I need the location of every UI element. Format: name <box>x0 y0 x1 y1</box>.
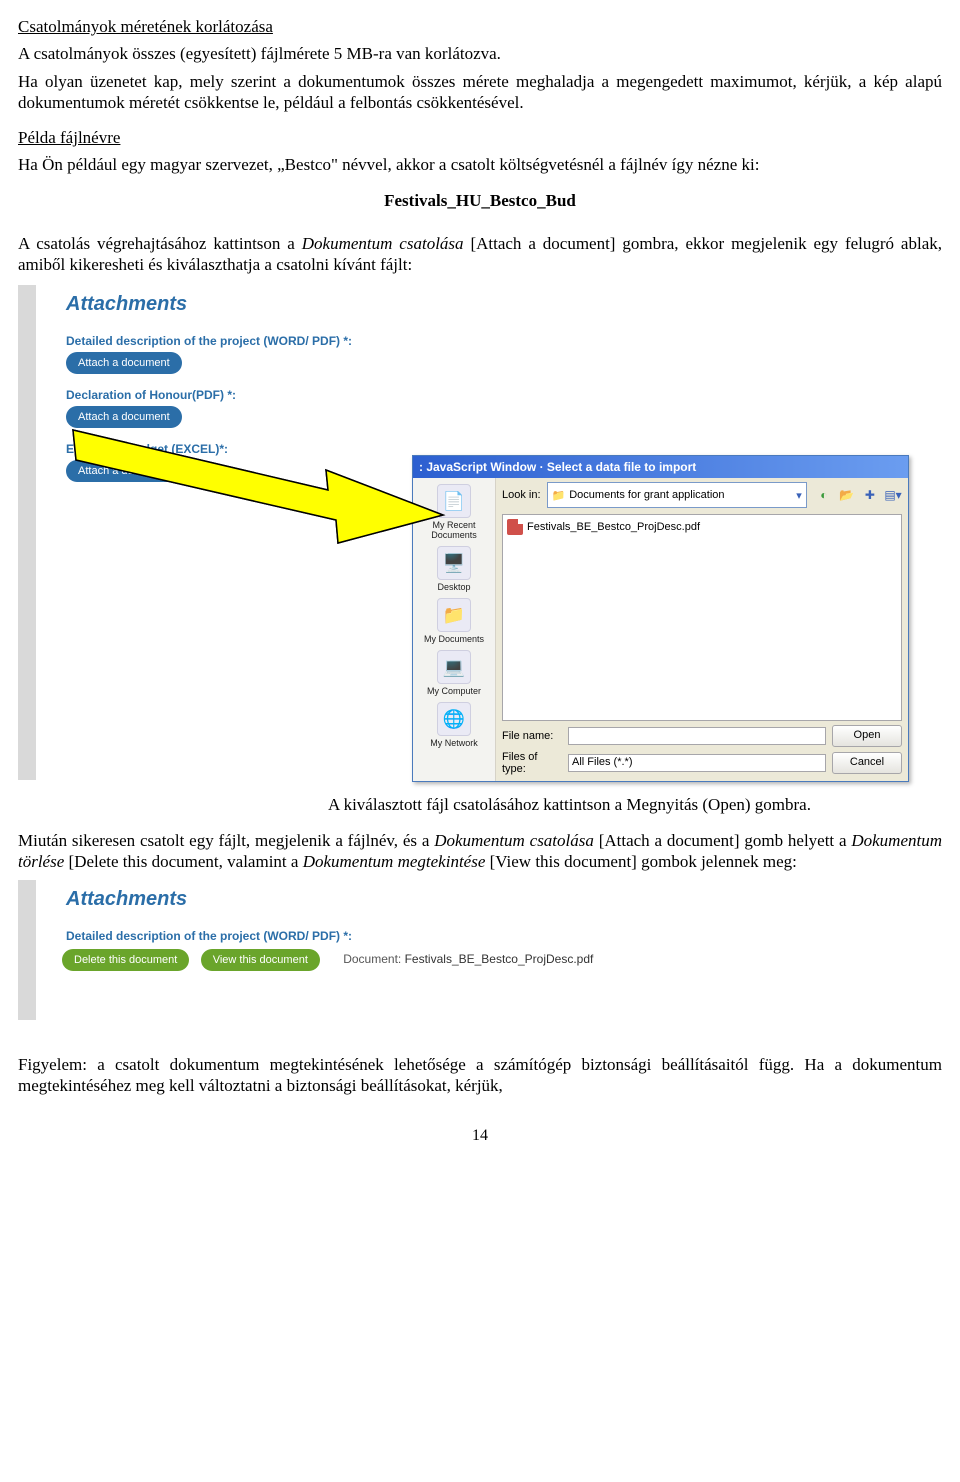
attachments-panel-2: Attachments Detailed description of the … <box>62 880 892 1020</box>
place-mycomputer[interactable]: 💻 My Computer <box>427 650 481 696</box>
heading-size-limit: Csatolmányok méretének korlátozása <box>18 16 942 37</box>
desktop-icon: 🖥️ <box>437 546 471 580</box>
label-declaration: Declaration of Honour(PDF) *: <box>66 388 892 402</box>
pdf-icon <box>507 519 523 535</box>
annotation-arrow <box>68 415 448 548</box>
attach-button-1[interactable]: Attach a document <box>66 352 182 374</box>
delete-document-button[interactable]: Delete this document <box>62 949 189 971</box>
file-item[interactable]: Festivals_BE_Bestco_ProjDesc.pdf <box>507 519 700 535</box>
label-detailed-desc-2: Detailed description of the project (WOR… <box>66 929 892 943</box>
mydocs-icon: 📁 <box>437 598 471 632</box>
file-dialog: : JavaScript Window · Select a data file… <box>412 455 909 782</box>
screenshot-after-attach: Attachments Detailed description of the … <box>18 880 942 1020</box>
heading-example-filename: Példa fájlnévre <box>18 127 942 148</box>
lookin-dropdown[interactable]: 📁 Documents for grant application ▾ <box>547 482 807 508</box>
cancel-button[interactable]: Cancel <box>832 752 902 774</box>
scroll-strip <box>18 285 36 780</box>
attachments-title: Attachments <box>62 285 892 320</box>
file-list[interactable]: Festivals_BE_Bestco_ProjDesc.pdf <box>502 514 902 721</box>
caption-click-open: A kiválasztott fájl csatolásához kattint… <box>328 794 918 815</box>
attachments-panel: Attachments Detailed description of the … <box>62 285 892 780</box>
file-dialog-title: : JavaScript Window · Select a data file… <box>413 456 908 478</box>
new-folder-icon[interactable]: ✚ <box>861 486 879 504</box>
filetype-dropdown[interactable]: All Files (*.*) <box>568 754 826 772</box>
network-icon: 🌐 <box>437 702 471 736</box>
para-attach-instruction: A csatolás végrehajtásához kattintson a … <box>18 233 942 276</box>
para-after-attach: Miután sikeresen csatolt egy fájlt, megj… <box>18 830 942 873</box>
chevron-down-icon: ▾ <box>796 489 802 502</box>
dialog-toolbar: ◐ 📂 ✚ ▤▾ <box>813 486 902 504</box>
back-icon[interactable]: ◐ <box>815 486 833 504</box>
lookin-label: Look in: <box>502 489 541 501</box>
place-mynetwork[interactable]: 🌐 My Network <box>430 702 478 748</box>
folder-icon: 📁 <box>552 489 566 502</box>
document-name: Festivals_BE_Bestco_ProjDesc.pdf <box>405 952 594 966</box>
place-desktop[interactable]: 🖥️ Desktop <box>437 546 471 592</box>
computer-icon: 💻 <box>437 650 471 684</box>
para-size-limit: A csatolmányok összes (egyesített) fájlm… <box>18 43 942 64</box>
para-example-intro: Ha Ön például egy magyar szervezet, „Bes… <box>18 154 942 175</box>
page-number: 14 <box>18 1127 942 1145</box>
view-document-button[interactable]: View this document <box>201 949 320 971</box>
document-label: Document: <box>343 952 401 966</box>
up-folder-icon[interactable]: 📂 <box>838 486 856 504</box>
filetype-label: Files of type: <box>502 751 562 775</box>
filename-input[interactable] <box>568 727 826 745</box>
para-warning: Figyelem: a csatolt dokumentum megtekint… <box>18 1054 942 1097</box>
place-mydocs[interactable]: 📁 My Documents <box>424 598 484 644</box>
filename-label: File name: <box>502 730 562 742</box>
open-button[interactable]: Open <box>832 725 902 747</box>
attachments-title-2: Attachments <box>62 880 892 915</box>
para-oversize: Ha olyan üzenetet kap, mely szerint a do… <box>18 71 942 114</box>
example-filename: Festivals_HU_Bestco_Bud <box>18 190 942 211</box>
label-detailed-desc: Detailed description of the project (WOR… <box>66 334 892 348</box>
scroll-strip-2 <box>18 880 36 1020</box>
screenshot-attach-dialog: Attachments Detailed description of the … <box>18 285 942 780</box>
views-icon[interactable]: ▤▾ <box>884 486 902 504</box>
